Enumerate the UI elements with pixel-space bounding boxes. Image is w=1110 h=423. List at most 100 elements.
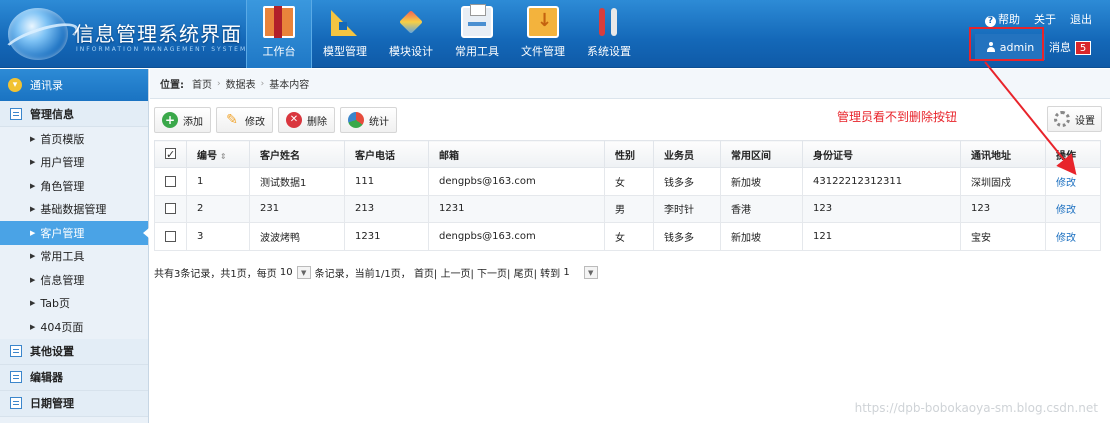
sidebar-item-customer-management[interactable]: ▶ 客户管理 bbox=[0, 221, 149, 245]
col-region: 常用区间 bbox=[720, 140, 803, 168]
gear-icon bbox=[1054, 111, 1070, 127]
sidebar-group-other-settings[interactable]: 其他设置 bbox=[0, 338, 148, 365]
top-nav: 工作台 模型管理 模块设计 常用工具 文件管理 系统设置 bbox=[246, 0, 642, 68]
triangle-right-icon: ▶ bbox=[30, 134, 36, 143]
sidebar-group-date-management[interactable]: 日期管理 bbox=[0, 390, 148, 417]
sidebar-item-404-page[interactable]: ▶ 404页面 bbox=[0, 315, 148, 339]
sidebar-group-editor[interactable]: 编辑器 bbox=[0, 364, 148, 391]
sidebar-item-common-tools[interactable]: ▶ 常用工具 bbox=[0, 245, 148, 269]
close-icon: ✕ bbox=[286, 112, 302, 128]
table-row: 2 231 213 1231 男 李时针 香港 123 123 修改 bbox=[154, 194, 1101, 223]
nav-file-management[interactable]: 文件管理 bbox=[510, 0, 576, 68]
col-gender: 性别 bbox=[604, 140, 654, 168]
settings-button[interactable]: 设置 bbox=[1047, 106, 1102, 132]
triangle-right-icon: ▶ bbox=[30, 228, 36, 237]
edit-icon bbox=[10, 371, 22, 383]
highlight-box bbox=[969, 27, 1044, 61]
toolbar: + 添加 ✎ 修改 ✕ 删除 统计 bbox=[154, 107, 397, 133]
wrench-icon bbox=[593, 6, 625, 38]
col-id[interactable]: 编号 ⇕ bbox=[186, 140, 250, 168]
triangle-right-icon: ▶ bbox=[30, 205, 36, 214]
goto-page-value: 1 bbox=[563, 267, 570, 278]
messages-link[interactable]: 消息 5 bbox=[1049, 39, 1091, 55]
sort-icon: ⇕ bbox=[220, 151, 227, 161]
design-tools-icon bbox=[395, 6, 427, 38]
page-size-value: 10 bbox=[279, 267, 293, 278]
pager-nav-links[interactable]: 首页| 上一页| 下一页| 尾页| 转到 bbox=[414, 265, 560, 280]
sidebar-item-tab-page[interactable]: ▶ Tab页 bbox=[0, 292, 148, 316]
row-checkbox[interactable] bbox=[154, 222, 187, 251]
pie-chart-icon bbox=[348, 112, 364, 128]
download-folder-icon bbox=[527, 6, 559, 38]
main-content: 位置: 首页 › 数据表 › 基本内容 + 添加 ✎ 修改 ✕ 删除 统计 管理员看不… bbox=[150, 69, 1110, 423]
nav-model-management[interactable]: 模型管理 bbox=[312, 0, 378, 68]
edit-link[interactable]: 修改 bbox=[1056, 178, 1076, 189]
nav-module-design[interactable]: 模块设计 bbox=[378, 0, 444, 68]
chevron-down-icon: ▾ bbox=[8, 78, 22, 92]
checkbox-checked-icon: ✓ bbox=[165, 148, 176, 162]
breadcrumb-separator-icon: › bbox=[217, 78, 221, 89]
triangle-right-icon: ▶ bbox=[30, 181, 36, 190]
exit-link[interactable]: 退出 bbox=[1070, 11, 1092, 27]
delete-button[interactable]: ✕ 删除 bbox=[278, 107, 335, 133]
annotation-note: 管理员看不到删除按钮 bbox=[837, 110, 958, 124]
help-icon: ? bbox=[985, 16, 996, 27]
sidebar-header[interactable]: ▾ 通讯录 bbox=[0, 69, 148, 101]
table-row: 3 波波烤鸭 1231 dengpbs@163.com 女 钱多多 新加坡 12… bbox=[154, 222, 1101, 251]
app-title: 信息管理系统界面 bbox=[74, 22, 242, 46]
table-header-row: ✓ 编号 ⇕ 客户姓名 客户电话 邮箱 性别 业务员 常用区间 身份证号 通讯地址… bbox=[154, 140, 1101, 168]
breadcrumb-separator-icon: › bbox=[260, 78, 265, 89]
plus-icon: + bbox=[162, 112, 178, 128]
add-button[interactable]: + 添加 bbox=[154, 107, 211, 133]
sidebar-group-management-info[interactable]: 管理信息 bbox=[0, 101, 148, 127]
triangle-right-icon: ▶ bbox=[30, 322, 36, 331]
sidebar-item-user-management[interactable]: ▶ 用户管理 bbox=[0, 151, 148, 175]
breadcrumb-datatable[interactable]: 数据表 bbox=[226, 76, 256, 91]
sidebar-item-basic-data[interactable]: ▶ 基础数据管理 bbox=[0, 198, 148, 222]
ruler-icon bbox=[329, 6, 361, 38]
sidebar-item-home-template[interactable]: ▶ 首页模版 bbox=[0, 127, 148, 151]
triangle-right-icon: ▶ bbox=[30, 158, 36, 167]
sidebar-item-role-management[interactable]: ▶ 角色管理 bbox=[0, 174, 148, 198]
pagination: 共有3条记录，共1页，每页 10 ▼ 条记录，当前1/1页， 首页| 上一页| … bbox=[154, 265, 602, 280]
calendar-icon bbox=[10, 397, 22, 409]
printer-icon bbox=[461, 4, 493, 38]
col-address: 通讯地址 bbox=[960, 140, 1046, 168]
row-checkbox[interactable] bbox=[154, 194, 187, 223]
nav-common-tools[interactable]: 常用工具 bbox=[444, 0, 510, 68]
about-link[interactable]: 关于 bbox=[1034, 11, 1056, 27]
watermark: https://dpb-bobokaoya-sm.blog.csdn.net bbox=[854, 401, 1098, 415]
app-subtitle: INFORMATION MANAGEMENT SYSTEM GUI bbox=[76, 46, 268, 53]
sidebar: ▾ 通讯录 管理信息 ▶ 首页模版 ▶ 用户管理 ▶ 角色管理 ▶ 基础数据管理 ▶ 客户… bbox=[0, 69, 149, 423]
book-icon bbox=[263, 6, 295, 38]
col-phone: 客户电话 bbox=[344, 140, 429, 168]
top-header: 信息管理系统界面 INFORMATION MANAGEMENT SYSTEM G… bbox=[0, 0, 1110, 68]
col-id-card: 身份证号 bbox=[802, 140, 961, 168]
triangle-right-icon: ▶ bbox=[30, 299, 36, 308]
edit-link[interactable]: 修改 bbox=[1056, 233, 1076, 244]
edit-button[interactable]: ✎ 修改 bbox=[216, 107, 273, 133]
triangle-right-icon: ▶ bbox=[30, 252, 36, 261]
sidebar-item-info-management[interactable]: ▶ 信息管理 bbox=[0, 268, 148, 292]
col-name: 客户姓名 bbox=[249, 140, 345, 168]
stats-button[interactable]: 统计 bbox=[340, 107, 397, 133]
app-logo: 信息管理系统界面 INFORMATION MANAGEMENT SYSTEM G… bbox=[8, 6, 266, 62]
customer-table: ✓ 编号 ⇕ 客户姓名 客户电话 邮箱 性别 业务员 常用区间 身份证号 通讯地址… bbox=[154, 140, 1101, 251]
nav-workbench[interactable]: 工作台 bbox=[246, 0, 312, 68]
help-link[interactable]: ? 帮助 bbox=[985, 11, 1020, 27]
col-email: 邮箱 bbox=[428, 140, 605, 168]
edit-link[interactable]: 修改 bbox=[1056, 205, 1076, 216]
breadcrumb-home[interactable]: 首页 bbox=[192, 76, 212, 91]
table-row: 1 测试数据1 111 dengpbs@163.com 女 钱多多 新加坡 43… bbox=[154, 167, 1101, 196]
triangle-right-icon: ▶ bbox=[30, 275, 36, 284]
breadcrumb: 位置: 首页 › 数据表 › 基本内容 bbox=[150, 69, 1110, 99]
row-checkbox[interactable] bbox=[154, 167, 187, 196]
nav-system-settings[interactable]: 系统设置 bbox=[576, 0, 642, 68]
pencil-icon: ✎ bbox=[226, 112, 238, 128]
globe-logo-icon bbox=[8, 8, 68, 60]
page-size-select[interactable]: ▼ bbox=[296, 266, 311, 279]
breadcrumb-basic-content[interactable]: 基本内容 bbox=[269, 76, 309, 91]
select-all-checkbox[interactable]: ✓ bbox=[154, 140, 187, 168]
goto-page-select[interactable]: ▼ bbox=[583, 266, 598, 279]
top-links: ? 帮助 关于 退出 bbox=[985, 11, 1092, 27]
